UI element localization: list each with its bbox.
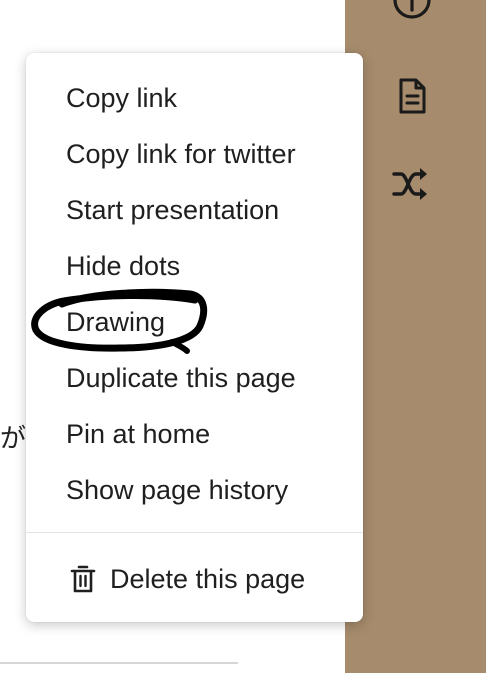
menu-item-pin-at-home[interactable]: Pin at home <box>66 417 210 451</box>
menu-divider <box>26 532 363 533</box>
info-icon[interactable] <box>392 0 432 28</box>
shuffle-icon[interactable] <box>391 164 431 204</box>
divider <box>0 662 238 664</box>
delete-page-button[interactable]: Delete this page <box>70 562 305 596</box>
menu-item-copy-link-twitter[interactable]: Copy link for twitter <box>66 137 296 171</box>
menu-item-drawing[interactable]: Drawing <box>66 305 165 339</box>
menu-item-hide-dots[interactable]: Hide dots <box>66 249 180 283</box>
delete-page-label: Delete this page <box>110 564 306 594</box>
trash-icon <box>70 565 96 593</box>
page-icon[interactable] <box>392 76 432 116</box>
page-menu: Copy link Copy link for twitter Start pr… <box>26 53 363 622</box>
background-text: が <box>0 424 27 454</box>
menu-item-show-page-history[interactable]: Show page history <box>66 473 288 507</box>
menu-item-copy-link[interactable]: Copy link <box>66 81 177 115</box>
right-sidebar <box>345 0 486 673</box>
menu-item-start-presentation[interactable]: Start presentation <box>66 193 279 227</box>
menu-item-duplicate-page[interactable]: Duplicate this page <box>66 361 296 395</box>
